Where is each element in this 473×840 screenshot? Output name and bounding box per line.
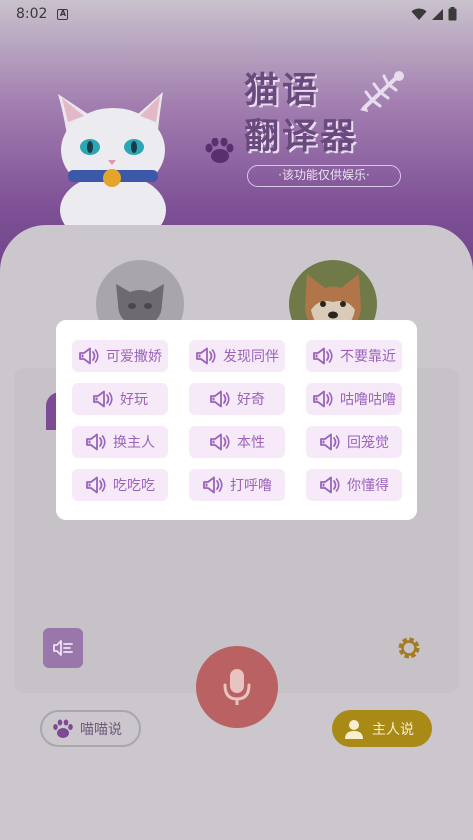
phrase-button[interactable]: 好玩 — [72, 383, 168, 415]
phrase-label: 好奇 — [237, 392, 265, 408]
phrase-button[interactable]: 不要靠近 — [306, 340, 402, 372]
speaker-button[interactable] — [43, 628, 83, 668]
status-time: 8:02 — [16, 6, 48, 22]
phrase-label: 换主人 — [113, 435, 155, 451]
phrase-label: 好玩 — [120, 392, 148, 408]
gear-icon — [398, 637, 420, 659]
megaphone-icon — [210, 433, 230, 451]
megaphone-icon — [210, 390, 230, 408]
fish-bone-icon — [360, 71, 404, 112]
phrase-grid: 可爱撒娇 发现同伴 不要靠近 好玩 好奇 咕噜咕噜 换主人 本性 回笼觉 吃吃吃… — [72, 340, 402, 501]
phrase-button[interactable]: 你懂得 — [306, 469, 402, 501]
meow-say-button[interactable]: 喵喵说 — [40, 710, 141, 747]
status-bar: 8:02 A — [0, 0, 473, 28]
person-icon — [345, 719, 363, 739]
megaphone-icon — [320, 433, 340, 451]
phrase-label: 打呼噜 — [230, 478, 272, 494]
phrase-button[interactable]: 本性 — [189, 426, 285, 458]
phrase-button[interactable]: 吃吃吃 — [72, 469, 168, 501]
phrase-label: 你懂得 — [347, 478, 389, 494]
phrase-label: 本性 — [237, 435, 265, 451]
white-cat-illustration — [58, 92, 166, 242]
phrase-label: 吃吃吃 — [113, 478, 155, 494]
notification-icon: A — [57, 8, 69, 20]
subtitle-disclaimer: ·该功能仅供娱乐· — [247, 165, 401, 187]
phrase-label: 咕噜咕噜 — [340, 392, 396, 408]
speaker-list-icon — [53, 640, 73, 656]
phrase-label: 不要靠近 — [340, 349, 396, 365]
title-line-1: 猫语 — [244, 71, 321, 111]
megaphone-icon — [320, 476, 340, 494]
wifi-icon — [411, 8, 427, 20]
phrase-button[interactable]: 发现同伴 — [189, 340, 285, 372]
battery-icon — [448, 7, 457, 21]
phrase-button[interactable]: 咕噜咕噜 — [306, 383, 402, 415]
paw-print-icon — [205, 138, 234, 163]
phrase-dialog: 可爱撒娇 发现同伴 不要靠近 好玩 好奇 咕噜咕噜 换主人 本性 回笼觉 吃吃吃… — [56, 320, 417, 520]
megaphone-icon — [86, 476, 106, 494]
microphone-button[interactable] — [196, 646, 278, 728]
meow-say-label: 喵喵说 — [80, 721, 122, 738]
phrase-label: 可爱撒娇 — [106, 349, 162, 365]
phrase-button[interactable]: 回笼觉 — [306, 426, 402, 458]
megaphone-icon — [86, 433, 106, 451]
signal-icon — [432, 8, 443, 20]
phrase-button[interactable]: 打呼噜 — [189, 469, 285, 501]
microphone-icon — [223, 669, 251, 705]
megaphone-icon — [313, 347, 333, 365]
megaphone-icon — [313, 390, 333, 408]
title-line-2: 翻译器 — [244, 117, 359, 157]
phrase-label: 回笼觉 — [347, 435, 389, 451]
app-title: 猫语 翻译器 — [244, 68, 358, 160]
owner-say-button[interactable]: 主人说 — [332, 710, 432, 747]
phrase-button[interactable]: 可爱撒娇 — [72, 340, 168, 372]
megaphone-icon — [203, 476, 223, 494]
settings-gear-button[interactable] — [396, 635, 422, 661]
phrase-label: 发现同伴 — [223, 349, 279, 365]
paw-icon — [53, 719, 73, 738]
megaphone-icon — [196, 347, 216, 365]
phrase-button[interactable]: 好奇 — [189, 383, 285, 415]
megaphone-icon — [93, 390, 113, 408]
megaphone-icon — [79, 347, 99, 365]
phrase-button[interactable]: 换主人 — [72, 426, 168, 458]
owner-say-label: 主人说 — [372, 721, 414, 738]
